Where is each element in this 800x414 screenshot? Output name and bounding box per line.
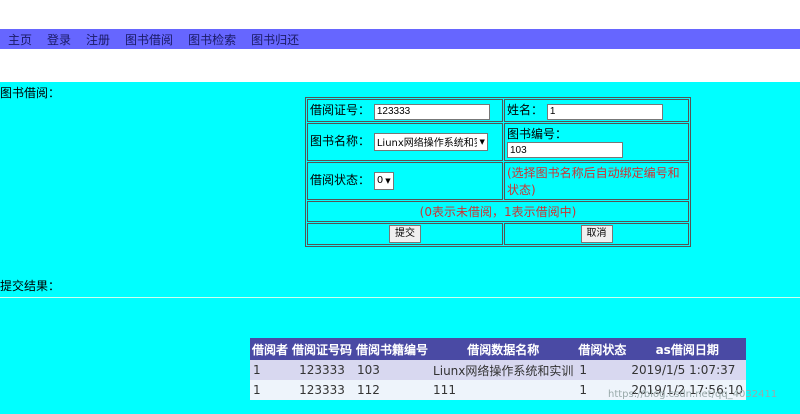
table-cell: 1: [576, 360, 629, 380]
book-id-label: 图书编号：: [507, 126, 568, 141]
card-label: 借阅证号：: [310, 103, 371, 117]
column-header: 借阅数据名称: [430, 338, 577, 360]
main-area: 图书借阅： 借阅证号： 姓名： 图书名称： Liunx网络操作系统和实 ▼ 图书…: [0, 82, 800, 414]
status-label: 借阅状态：: [310, 173, 371, 188]
book-name-label: 图书名称：: [310, 134, 371, 149]
table-cell: 111: [430, 380, 577, 400]
column-header: as借阅日期: [628, 338, 747, 360]
nav-search[interactable]: 图书检索: [188, 31, 236, 48]
nav-register[interactable]: 注册: [86, 31, 110, 48]
nav-home[interactable]: 主页: [8, 31, 32, 48]
top-nav: 主页 登录 注册 图书借阅 图书检索 图书归还: [0, 29, 800, 49]
column-header: 借阅证号码: [290, 338, 355, 360]
dropdown-arrow-icon: ▼: [385, 176, 391, 185]
nav-return[interactable]: 图书归还: [251, 31, 299, 48]
name-input[interactable]: [546, 103, 663, 120]
table-cell: 1: [250, 380, 291, 400]
table-row: 1 123333 103 Liunx网络操作系统和实训 1 2019/1/5 1…: [250, 360, 747, 380]
cancel-button[interactable]: 取消: [580, 224, 613, 243]
status-hint: (0表示未借阅，1表示借阅中): [307, 200, 689, 222]
nav-login[interactable]: 登录: [47, 31, 71, 48]
status-select[interactable]: 0 ▼: [373, 171, 394, 190]
table-header-row: 借阅者 借阅证号码 借阅书籍编号 借阅数据名称 借阅状态 as借阅日期: [250, 338, 747, 360]
borrow-section-title: 图书借阅：: [0, 86, 61, 100]
book-name-select[interactable]: Liunx网络操作系统和实 ▼: [373, 132, 488, 151]
name-label: 姓名：: [507, 103, 544, 117]
table-cell: Liunx网络操作系统和实训: [430, 360, 577, 380]
book-name-selected: Liunx网络操作系统和实: [376, 138, 478, 150]
divider: [0, 297, 800, 298]
table-cell: 123333: [290, 380, 355, 400]
table-cell: 103: [354, 360, 431, 380]
column-header: 借阅者: [250, 338, 291, 360]
table-cell: 123333: [290, 360, 355, 380]
table-cell: 1: [250, 360, 291, 380]
book-id-input[interactable]: [507, 142, 623, 159]
borrow-form: 借阅证号： 姓名： 图书名称： Liunx网络操作系统和实 ▼ 图书编号：: [305, 97, 691, 247]
nav-borrow[interactable]: 图书借阅: [125, 31, 173, 48]
card-number-input[interactable]: [373, 103, 490, 120]
table-cell: 112: [354, 380, 431, 400]
auto-bind-hint: (选择图书名称后自动绑定编号和状态): [504, 161, 689, 200]
result-section-title: 提交结果：: [0, 279, 61, 293]
column-header: 借阅书籍编号: [354, 338, 431, 360]
table-cell: 2019/1/5 1:07:37: [628, 360, 747, 380]
watermark: https://blog.csdn.net/qq_4032411: [608, 389, 778, 400]
dropdown-arrow-icon: ▼: [479, 137, 485, 146]
status-selected: 0: [376, 175, 384, 187]
submit-button[interactable]: 提交: [389, 224, 421, 243]
column-header: 借阅状态: [576, 338, 629, 360]
